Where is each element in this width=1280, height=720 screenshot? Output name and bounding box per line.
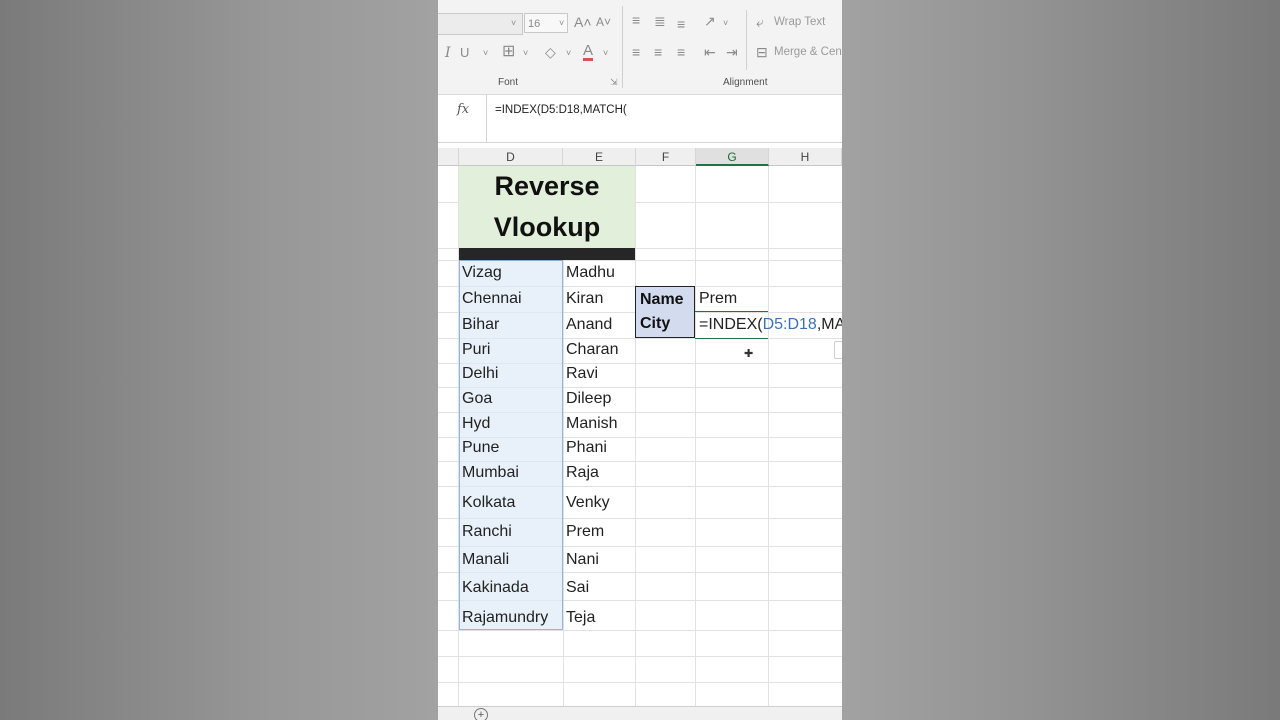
active-cell-border-top xyxy=(695,311,768,312)
cell-city[interactable]: Rajamundry xyxy=(462,609,548,627)
column-header-g[interactable]: G xyxy=(696,148,769,166)
increase-indent-icon[interactable]: ⇥ xyxy=(726,44,738,60)
gridline xyxy=(768,166,769,706)
cell-city[interactable]: Puri xyxy=(462,341,490,359)
column-header-f[interactable]: F xyxy=(636,148,696,166)
formula-edit-suffix: ,MATCH( xyxy=(816,316,842,333)
align-bottom-icon[interactable]: ≡ xyxy=(677,16,685,32)
borders-icon[interactable]: ⊞ xyxy=(502,44,515,60)
underline-icon: U xyxy=(460,45,470,60)
formula-bar: fx =INDEX(D5:D18,MATCH( xyxy=(438,95,842,143)
cell-name[interactable]: Prem xyxy=(566,523,604,541)
font-size-chevron-icon[interactable]: ˅ xyxy=(559,18,564,28)
wrap-text-icon: ⤶ xyxy=(756,14,764,30)
background-left xyxy=(0,0,438,720)
formula-divider xyxy=(486,95,487,142)
cell-city[interactable]: Pune xyxy=(462,439,499,457)
column-header-d[interactable]: D xyxy=(459,148,563,166)
ribbon-separator xyxy=(746,10,747,70)
cell-name[interactable]: Venky xyxy=(566,494,610,512)
cell-city[interactable]: Mumbai xyxy=(462,464,519,482)
cell-name[interactable]: Madhu xyxy=(566,264,615,282)
gridline xyxy=(695,166,696,706)
cell-city[interactable]: Hyd xyxy=(462,415,490,433)
cell-city[interactable]: Vizag xyxy=(462,264,502,282)
column-header-h[interactable]: H xyxy=(769,148,842,166)
cell-city[interactable]: Goa xyxy=(462,390,492,408)
align-middle-icon[interactable]: ≣ xyxy=(654,13,666,29)
cell-name[interactable]: Dileep xyxy=(566,390,611,408)
shrink-font-icon[interactable]: A˅ xyxy=(596,14,611,30)
lookup-city-label[interactable]: City xyxy=(635,312,695,338)
cell-city[interactable]: Kakinada xyxy=(462,579,529,597)
font-dialog-launcher-icon[interactable]: ⇲ xyxy=(610,77,618,88)
ribbon-separator xyxy=(622,6,623,88)
excel-window: ˅ 16 ˅ A˄ A˅ I U ˅ ⊞ ˅ ◇ ˅ A ˅ Font ⇲ ≡ … xyxy=(438,0,842,720)
active-cell-formula-edit[interactable]: =INDEX(D5:D18,MATCH( xyxy=(699,316,842,334)
cell-name[interactable]: Ravi xyxy=(566,365,598,383)
cell-city[interactable]: Kolkata xyxy=(462,494,515,512)
fill-color-chevron-icon[interactable]: ˅ xyxy=(566,48,571,58)
gridline xyxy=(438,656,842,657)
insert-function-icon[interactable]: fx xyxy=(457,102,469,117)
borders-chevron-icon[interactable]: ˅ xyxy=(523,48,528,58)
sheet-tabs-bar: + xyxy=(438,706,842,720)
wrap-text-button[interactable]: Wrap Text xyxy=(774,16,825,28)
decrease-indent-icon[interactable]: ⇤ xyxy=(704,44,716,60)
underline-chevron-icon[interactable]: ˅ xyxy=(483,48,488,58)
cell-city[interactable]: Ranchi xyxy=(462,523,512,541)
title-line-2: Vlookup xyxy=(493,212,601,242)
font-color-chevron-icon[interactable]: ˅ xyxy=(603,48,608,58)
align-top-icon[interactable]: ≡ xyxy=(632,12,640,28)
function-tooltip xyxy=(834,341,842,359)
gridline xyxy=(635,166,636,706)
alignment-group-label: Alignment xyxy=(723,77,768,88)
column-header-e[interactable]: E xyxy=(563,148,636,166)
formula-edit-range-ref: D5:D18 xyxy=(762,316,817,333)
cell-city[interactable]: Manali xyxy=(462,551,509,569)
align-right-icon[interactable]: ≡ xyxy=(677,44,685,60)
lookup-name-value[interactable]: Prem xyxy=(699,290,737,308)
cell-city[interactable]: Delhi xyxy=(462,365,498,383)
formula-edit-prefix: =INDEX( xyxy=(699,316,763,333)
gridline xyxy=(438,682,842,683)
italic-button[interactable]: I xyxy=(445,45,451,61)
cell-cursor-icon: ✚ xyxy=(744,348,754,360)
cell-name[interactable]: Raja xyxy=(566,464,599,482)
fill-color-icon[interactable]: ◇ xyxy=(545,44,556,60)
lookup-name-label[interactable]: Name xyxy=(635,286,695,313)
cell-name[interactable]: Manish xyxy=(566,415,618,433)
cell-city[interactable]: Bihar xyxy=(462,316,499,334)
grow-font-icon[interactable]: A˄ xyxy=(574,14,592,30)
cell-city[interactable]: Chennai xyxy=(462,290,522,308)
cell-name[interactable]: Anand xyxy=(566,316,612,334)
cell-name[interactable]: Teja xyxy=(566,609,595,627)
align-left-icon[interactable]: ≡ xyxy=(632,44,640,60)
column-header-corner xyxy=(438,148,459,166)
background-right xyxy=(842,0,1280,720)
cell-name[interactable]: Sai xyxy=(566,579,589,597)
font-group-label: Font xyxy=(498,77,519,88)
title-cell[interactable]: Reverse Vlookup xyxy=(459,166,635,248)
gridline xyxy=(438,630,842,631)
merge-center-icon: ⊟ xyxy=(756,44,768,60)
orientation-icon[interactable]: ↗ xyxy=(704,13,716,29)
align-center-icon[interactable]: ≡ xyxy=(654,44,662,60)
cell-name[interactable]: Nani xyxy=(566,551,599,569)
font-size-value: 16 xyxy=(528,18,541,30)
font-name-chevron-icon[interactable]: ˅ xyxy=(511,18,516,28)
add-sheet-icon[interactable]: + xyxy=(474,708,488,720)
formula-input[interactable]: =INDEX(D5:D18,MATCH( xyxy=(495,104,627,116)
merge-center-button[interactable]: Merge & Cent xyxy=(774,46,842,58)
ribbon: ˅ 16 ˅ A˄ A˅ I U ˅ ⊞ ˅ ◇ ˅ A ˅ Font ⇲ ≡ … xyxy=(438,0,842,95)
font-color-icon[interactable]: A xyxy=(583,43,594,61)
cell-name[interactable]: Phani xyxy=(566,439,607,457)
worksheet-grid[interactable]: D E F G H Reverse Vlookup Vizag Chennai … xyxy=(438,148,842,706)
cell-name[interactable]: Kiran xyxy=(566,290,603,308)
header-bar xyxy=(459,248,635,260)
cell-name[interactable]: Charan xyxy=(566,341,618,359)
orientation-chevron-icon[interactable]: ˅ xyxy=(723,18,728,28)
title-line-1: Reverse xyxy=(494,171,600,201)
active-cell-border-bottom xyxy=(695,338,768,339)
